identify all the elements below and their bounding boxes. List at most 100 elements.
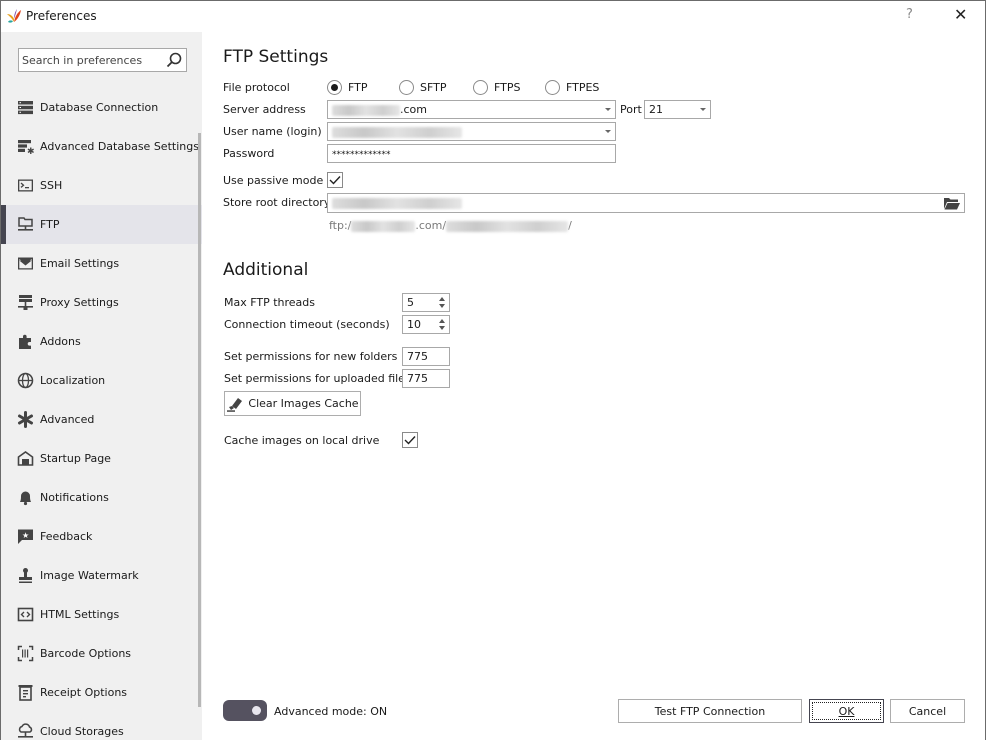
- sidebar-item-advanced[interactable]: Advanced: [1, 400, 202, 439]
- radio-selected-dot: [331, 84, 338, 91]
- chevron-down-icon[interactable]: [605, 108, 611, 111]
- sidebar-item-image-watermark[interactable]: Image Watermark: [1, 556, 202, 595]
- sidebar: Database Connection ✱ Advanced Database …: [1, 32, 202, 740]
- sidebar-item-startup-page[interactable]: Startup Page: [1, 439, 202, 478]
- sidebar-item-addons[interactable]: Addons: [1, 322, 202, 361]
- sidebar-item-label: SSH: [40, 179, 63, 192]
- chevron-down-icon[interactable]: [700, 108, 706, 111]
- search-input[interactable]: [19, 49, 159, 71]
- protocol-radio-ftp[interactable]: FTP: [327, 80, 368, 95]
- url-suffix: /: [568, 219, 572, 232]
- sidebar-item-label: Image Watermark: [40, 569, 139, 582]
- stamp-icon: [17, 567, 34, 584]
- sidebar-item-receipt-options[interactable]: Receipt Options: [1, 673, 202, 712]
- home-icon: [17, 450, 34, 467]
- username-combobox[interactable]: [327, 122, 616, 141]
- spin-up-icon[interactable]: [439, 297, 445, 301]
- port-value: 21: [649, 103, 663, 116]
- eraser-icon: [227, 397, 243, 412]
- sidebar-item-ssh[interactable]: SSH: [1, 166, 202, 205]
- sidebar-item-label: Email Settings: [40, 257, 120, 270]
- puzzle-icon: [17, 333, 34, 350]
- file-protocol-label: File protocol: [223, 81, 290, 94]
- folder-permissions-input[interactable]: 775: [402, 347, 450, 366]
- max-threads-spinner[interactable]: 5: [402, 293, 450, 312]
- spin-down-icon[interactable]: [439, 304, 445, 308]
- sidebar-item-label: Advanced: [40, 413, 95, 426]
- sidebar-item-email-settings[interactable]: Email Settings: [1, 244, 202, 283]
- port-combobox[interactable]: 21: [644, 100, 711, 119]
- sidebar-item-label: Notifications: [40, 491, 109, 504]
- password-label: Password: [223, 147, 275, 160]
- sidebar-item-barcode-options[interactable]: Barcode Options: [1, 634, 202, 673]
- sidebar-item-label: Localization: [40, 374, 106, 387]
- max-threads-label: Max FTP threads: [224, 296, 316, 309]
- username-label: User name (login): [223, 125, 322, 138]
- asterisk-icon: [17, 411, 34, 428]
- folder-open-icon[interactable]: [943, 196, 961, 211]
- redacted-text: [351, 220, 416, 232]
- spin-up-icon[interactable]: [439, 319, 445, 323]
- store-root-input[interactable]: [327, 193, 965, 213]
- file-permissions-label: Set permissions for uploaded files: [224, 372, 411, 385]
- cloud-network-icon: [17, 723, 34, 740]
- sidebar-item-label: Proxy Settings: [40, 296, 119, 309]
- password-input[interactable]: *************: [327, 144, 616, 163]
- close-button[interactable]: ✕: [954, 5, 967, 24]
- folder-permissions-value: 775: [407, 350, 428, 363]
- network-folder-icon: [17, 216, 34, 233]
- advanced-mode-toggle[interactable]: [223, 700, 267, 721]
- search-icon[interactable]: [165, 51, 183, 69]
- sidebar-item-label: FTP: [40, 218, 60, 231]
- timeout-spinner[interactable]: 10: [402, 315, 450, 334]
- cancel-button[interactable]: Cancel: [890, 699, 965, 723]
- sidebar-item-feedback[interactable]: ★ Feedback: [1, 517, 202, 556]
- sidebar-item-label: Receipt Options: [40, 686, 128, 699]
- sidebar-item-database-connection[interactable]: Database Connection: [1, 88, 202, 127]
- title-bar: Preferences ? ✕: [1, 1, 985, 32]
- sidebar-item-label: Barcode Options: [40, 647, 132, 660]
- toggle-knob: [252, 706, 261, 715]
- protocol-radio-sftp[interactable]: SFTP: [399, 80, 446, 95]
- sidebar-item-localization[interactable]: Localization: [1, 361, 202, 400]
- timeout-label: Connection timeout (seconds): [224, 318, 390, 331]
- envelope-icon: [17, 255, 34, 272]
- app-logo-icon: [7, 9, 21, 23]
- cache-local-checkbox[interactable]: [402, 432, 418, 448]
- sidebar-item-html-settings[interactable]: HTML Settings: [1, 595, 202, 634]
- protocol-radio-ftpes[interactable]: FTPES: [545, 80, 599, 95]
- checkmark-icon: [404, 436, 416, 445]
- server-address-suffix: .com: [400, 103, 427, 116]
- globe-icon: [17, 372, 34, 389]
- protocol-radio-ftps[interactable]: FTPS: [473, 80, 520, 95]
- window-title: Preferences: [26, 9, 97, 23]
- redacted-text: [332, 126, 462, 138]
- sidebar-item-advanced-database-settings[interactable]: ✱ Advanced Database Settings: [1, 127, 202, 166]
- passive-mode-checkbox[interactable]: [327, 172, 343, 188]
- help-button[interactable]: ?: [906, 7, 913, 22]
- sidebar-item-label: Feedback: [40, 530, 93, 543]
- sidebar-item-notifications[interactable]: Notifications: [1, 478, 202, 517]
- redacted-text: [446, 220, 569, 232]
- sidebar-item-label: Startup Page: [40, 452, 111, 465]
- chevron-down-icon[interactable]: [605, 130, 611, 133]
- radio-label: FTP: [348, 81, 368, 94]
- sidebar-item-cloud-storages[interactable]: Cloud Storages: [1, 712, 202, 751]
- code-icon: [17, 606, 34, 623]
- test-ftp-connection-button[interactable]: Test FTP Connection: [618, 699, 802, 723]
- svg-text:✱: ✱: [27, 147, 34, 155]
- clear-images-cache-button[interactable]: Clear Images Cache: [224, 391, 361, 416]
- ok-button[interactable]: OK: [809, 699, 884, 723]
- sidebar-item-proxy-settings[interactable]: Proxy Settings: [1, 283, 202, 322]
- file-permissions-input[interactable]: 775: [402, 369, 450, 388]
- redacted-text: [332, 104, 400, 116]
- sidebar-item-ftp[interactable]: FTP: [1, 205, 202, 244]
- radio-label: FTPES: [566, 81, 600, 94]
- spin-down-icon[interactable]: [439, 326, 445, 330]
- sidebar-item-label: Addons: [40, 335, 81, 348]
- svg-text:★: ★: [22, 531, 29, 540]
- server-address-combobox[interactable]: .com: [327, 100, 616, 119]
- ftp-settings-heading: FTP Settings: [223, 47, 329, 67]
- sidebar-scrollbar[interactable]: [198, 133, 201, 707]
- sidebar-item-label: Advanced Database Settings: [40, 140, 199, 153]
